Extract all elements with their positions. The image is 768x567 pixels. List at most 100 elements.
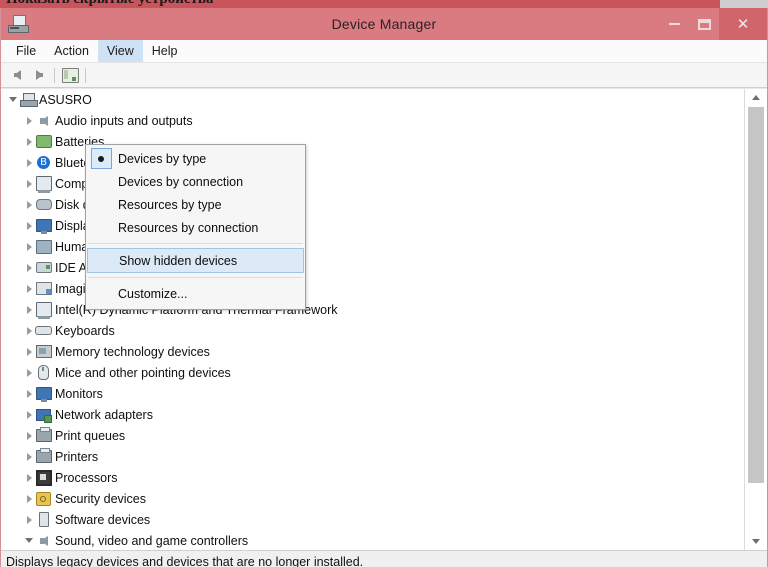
tree-expander[interactable]	[23, 347, 35, 356]
tree-expander[interactable]	[23, 494, 35, 503]
menu-help[interactable]: Help	[143, 40, 187, 62]
tree-expander[interactable]	[23, 431, 35, 440]
caption-buttons: ✕	[659, 8, 767, 40]
tree-row[interactable]: Mice and other pointing devices	[1, 362, 744, 383]
scroll-up-arrow-icon	[752, 95, 760, 100]
tree-expander[interactable]	[23, 116, 35, 125]
properties-button[interactable]	[59, 65, 81, 85]
menu-action[interactable]: Action	[45, 40, 98, 62]
tree-expander[interactable]	[23, 473, 35, 482]
tree-expander[interactable]	[23, 389, 35, 398]
tree-expander[interactable]	[23, 242, 35, 251]
menu-item-show-hidden-devices[interactable]: Show hidden devices	[87, 248, 304, 273]
scroll-up-button[interactable]	[745, 89, 767, 106]
speaker-icon	[35, 535, 52, 546]
minimize-button[interactable]	[659, 8, 689, 40]
menu-item-resources-by-type[interactable]: Resources by type	[86, 193, 305, 216]
status-bar-text: Displays legacy devices and devices that…	[6, 554, 364, 567]
menu-item-devices-by-type[interactable]: Devices by type	[86, 147, 305, 170]
menu-item-customize[interactable]: Customize...	[86, 282, 305, 305]
tree-row[interactable]: Security devices	[1, 488, 744, 509]
page-banner: Показать скрытые устройства	[0, 0, 768, 8]
menu-item-resources-by-connection[interactable]: Resources by connection	[86, 216, 305, 239]
tree-row[interactable]: Printers	[1, 446, 744, 467]
tree-row[interactable]: Memory technology devices	[1, 341, 744, 362]
close-button[interactable]: ✕	[719, 8, 767, 40]
tree-expander[interactable]	[7, 97, 19, 102]
chevron-right-icon	[26, 473, 32, 482]
scroll-down-arrow-icon	[752, 539, 760, 544]
scrollbar-thumb[interactable]	[748, 107, 764, 483]
menu-separator	[88, 243, 303, 244]
menu-item-label: Devices by type	[118, 151, 207, 166]
tree-expander[interactable]	[23, 326, 35, 335]
chevron-right-icon	[26, 305, 32, 314]
toolbar-separator	[54, 67, 55, 83]
memory-icon	[35, 345, 52, 358]
tree-row[interactable]: Keyboards	[1, 320, 744, 341]
maximize-button[interactable]	[689, 8, 719, 40]
tree-row[interactable]: Audio inputs and outputs	[1, 110, 744, 131]
chevron-right-icon	[26, 116, 32, 125]
tree-expander[interactable]	[23, 538, 35, 543]
tree-expander[interactable]	[23, 158, 35, 167]
menu-bar: File Action View Help	[1, 40, 767, 63]
menu-item-gutter	[86, 148, 116, 169]
chevron-right-icon	[26, 410, 32, 419]
tree-expander[interactable]	[23, 200, 35, 209]
tree-row-label: Network adapters	[55, 407, 153, 422]
security-key-icon	[35, 491, 52, 506]
menu-item-label: Devices by connection	[118, 174, 244, 189]
content-area: ASUSRO Audio inputs and outputs Batteries B…	[1, 88, 767, 550]
menu-file[interactable]: File	[7, 40, 45, 62]
monitor-icon	[35, 219, 52, 234]
chevron-down-icon	[9, 97, 17, 102]
keyboard-icon	[35, 326, 52, 335]
tree-expander[interactable]	[23, 179, 35, 188]
tree-row-label: Processors	[55, 470, 118, 485]
printer-icon	[35, 448, 52, 463]
tree-expander[interactable]	[23, 263, 35, 272]
menu-view[interactable]: View	[97, 40, 143, 62]
chevron-right-icon	[26, 221, 32, 230]
chevron-right-icon	[26, 137, 32, 146]
tree-expander[interactable]	[23, 368, 35, 377]
chevron-right-icon	[26, 200, 32, 209]
tree-expander[interactable]	[23, 452, 35, 461]
tree-row-label: Software devices	[55, 512, 151, 527]
tree-expander[interactable]	[23, 515, 35, 524]
tree-row-label: Monitors	[55, 386, 103, 401]
tree-row-label: Printers	[55, 449, 99, 464]
chevron-right-icon	[26, 452, 32, 461]
view-dropdown-menu[interactable]: Devices by type Devices by connection Reso…	[85, 144, 306, 310]
toolbar	[1, 63, 767, 88]
tree-row[interactable]: Print queues	[1, 425, 744, 446]
menu-item-label: Customize...	[118, 286, 188, 301]
tree-row[interactable]: ASUSRO	[1, 89, 744, 110]
tree-row-label: Audio inputs and outputs	[55, 113, 193, 128]
forward-button[interactable]	[28, 65, 50, 85]
window-title: Device Manager	[331, 16, 437, 32]
tree-row[interactable]: Network adapters	[1, 404, 744, 425]
tree-row[interactable]: Sound, video and game controllers	[1, 530, 744, 550]
tree-expander[interactable]	[23, 410, 35, 419]
hid-icon	[35, 239, 52, 254]
tree-expander[interactable]	[23, 137, 35, 146]
menu-item-devices-by-connection[interactable]: Devices by connection	[86, 170, 305, 193]
tree-row[interactable]: Processors	[1, 467, 744, 488]
tree-row-label: Keyboards	[55, 323, 115, 338]
tree-expander[interactable]	[23, 221, 35, 230]
vertical-scrollbar[interactable]	[744, 89, 767, 550]
scroll-down-button[interactable]	[745, 533, 767, 550]
tree-row[interactable]: Software devices	[1, 509, 744, 530]
chevron-right-icon	[26, 263, 32, 272]
maximize-icon	[697, 18, 711, 30]
back-button[interactable]	[6, 65, 28, 85]
monitor-icon	[35, 387, 52, 402]
speaker-icon	[35, 115, 52, 126]
tree-expander[interactable]	[23, 305, 35, 314]
tree-row[interactable]: Monitors	[1, 383, 744, 404]
tree-expander[interactable]	[23, 284, 35, 293]
chevron-right-icon	[26, 494, 32, 503]
computer-icon	[35, 176, 52, 193]
